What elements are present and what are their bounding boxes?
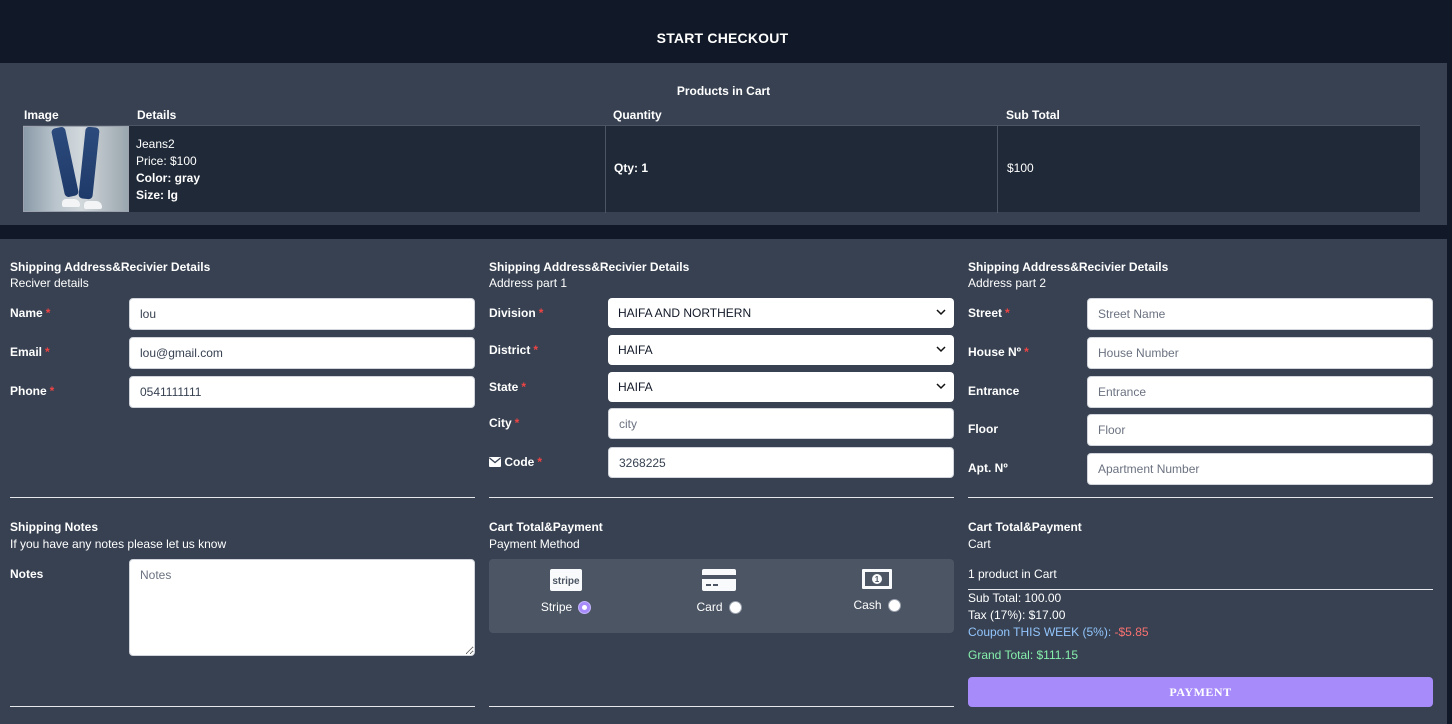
- notes-subtitle: If you have any notes please let us know: [10, 537, 227, 551]
- section-title: Shipping Address&Recivier Details: [10, 260, 211, 274]
- code-label: Code *: [489, 455, 542, 469]
- entrance-label: Entrance: [968, 384, 1020, 398]
- totals-title: Cart Total&Payment: [968, 520, 1082, 534]
- house-number-input[interactable]: [1087, 337, 1433, 369]
- code-input[interactable]: [608, 447, 954, 478]
- payment-option-stripe[interactable]: stripe Stripe: [516, 569, 616, 614]
- cart-item-row: Jeans2 Price: $100 Color: gray Size: lg …: [23, 125, 1420, 213]
- entrance-input[interactable]: [1087, 376, 1433, 408]
- email-label: Email *: [10, 345, 50, 359]
- payment-method-box: stripe Stripe Card 1 Cash: [489, 559, 954, 633]
- house-number-label: House Nº *: [968, 345, 1029, 359]
- state-value: HAIFA: [618, 380, 653, 394]
- divider: [10, 497, 475, 498]
- card-radio[interactable]: [728, 600, 742, 614]
- product-name: Jeans2: [136, 137, 175, 151]
- email-input[interactable]: [129, 337, 475, 369]
- cart-panel: Products in Cart Image Details Quantity …: [0, 63, 1447, 225]
- notes-label: Notes: [10, 567, 44, 581]
- section-title: Shipping Address&Recivier Details: [489, 260, 690, 274]
- payment-title: Cart Total&Payment: [489, 520, 603, 534]
- product-quantity: Qty: 1: [614, 161, 649, 175]
- stripe-radio[interactable]: [578, 600, 592, 614]
- envelope-icon: [489, 457, 501, 467]
- totals-subtitle: Cart: [968, 537, 991, 551]
- apartment-label: Apt. Nº: [968, 461, 1008, 475]
- cash-radio[interactable]: [887, 598, 901, 612]
- district-select[interactable]: HAIFA: [608, 335, 954, 365]
- cart-title: Products in Cart: [676, 84, 771, 98]
- city-label: City *: [489, 416, 520, 430]
- payment-option-card[interactable]: Card: [669, 569, 769, 614]
- grand-total: Grand Total: $111.15: [968, 648, 1079, 662]
- payment-subtitle: Payment Method: [489, 537, 580, 551]
- header-details: Details: [137, 108, 177, 122]
- section-subtitle: Address part 1: [489, 276, 568, 290]
- district-value: HAIFA: [618, 343, 653, 357]
- stripe-icon: stripe: [550, 569, 582, 591]
- notes-textarea[interactable]: [129, 559, 475, 656]
- state-select[interactable]: HAIFA: [608, 372, 954, 402]
- checkout-form: Shipping Address&Recivier Details Recive…: [0, 239, 1447, 724]
- apartment-input[interactable]: [1087, 453, 1433, 485]
- city-input[interactable]: [608, 408, 954, 439]
- coupon-text: Coupon THIS WEEK (5%):: [968, 625, 1112, 639]
- svg-text:stripe: stripe: [552, 576, 580, 587]
- discount-amount: -$5.85: [1114, 625, 1149, 639]
- divider: [10, 706, 475, 707]
- street-label: Street *: [968, 306, 1010, 320]
- card-label: Card: [696, 600, 723, 614]
- product-price: Price: $100: [136, 154, 197, 168]
- divider: [968, 589, 1433, 590]
- name-input[interactable]: [129, 298, 475, 330]
- divider: [489, 497, 954, 498]
- product-color: Color: gray: [136, 171, 201, 185]
- product-size: Size: lg: [136, 188, 179, 202]
- chevron-down-icon: [936, 346, 946, 353]
- header-subtotal: Sub Total: [1006, 108, 1060, 122]
- tax-line: Tax (17%): $17.00: [968, 608, 1066, 622]
- header-image: Image: [24, 108, 59, 122]
- product-subtotal: $100: [1007, 161, 1034, 175]
- chevron-down-icon: [936, 309, 946, 316]
- payment-option-cash[interactable]: 1 Cash: [827, 569, 927, 612]
- division-select[interactable]: HAIFA AND NORTHERN: [608, 298, 954, 328]
- street-input[interactable]: [1087, 298, 1433, 330]
- product-details: Jeans2 Price: $100 Color: gray Size: lg: [136, 136, 200, 204]
- state-label: State *: [489, 380, 527, 394]
- division-value: HAIFA AND NORTHERN: [618, 306, 752, 320]
- chevron-down-icon: [936, 383, 946, 390]
- header-quantity: Quantity: [613, 108, 662, 122]
- section-title: Shipping Address&Recivier Details: [968, 260, 1169, 274]
- name-label: Name *: [10, 306, 51, 320]
- divider: [968, 497, 1433, 498]
- credit-card-icon: [702, 569, 736, 591]
- coupon-line: Coupon THIS WEEK (5%): -$5.85: [968, 625, 1149, 639]
- product-image[interactable]: [23, 126, 129, 212]
- phone-label: Phone *: [10, 384, 55, 398]
- page-title: START CHECKOUT: [656, 30, 789, 46]
- phone-input[interactable]: [129, 376, 475, 408]
- divider: [489, 706, 954, 707]
- floor-label: Floor: [968, 422, 998, 436]
- subtotal-line: Sub Total: 100.00: [968, 591, 1062, 605]
- district-label: District *: [489, 343, 539, 357]
- cart-count: 1 product in Cart: [968, 567, 1057, 581]
- cash-label: Cash: [853, 598, 882, 612]
- floor-input[interactable]: [1087, 414, 1433, 446]
- division-label: Division *: [489, 306, 544, 320]
- notes-title: Shipping Notes: [10, 520, 98, 534]
- section-subtitle: Address part 2: [968, 276, 1047, 290]
- section-subtitle: Reciver details: [10, 276, 89, 290]
- svg-text:1: 1: [875, 575, 880, 584]
- stripe-label: Stripe: [540, 600, 573, 614]
- payment-button[interactable]: PAYMENT: [968, 677, 1433, 707]
- cash-icon: 1: [862, 569, 892, 589]
